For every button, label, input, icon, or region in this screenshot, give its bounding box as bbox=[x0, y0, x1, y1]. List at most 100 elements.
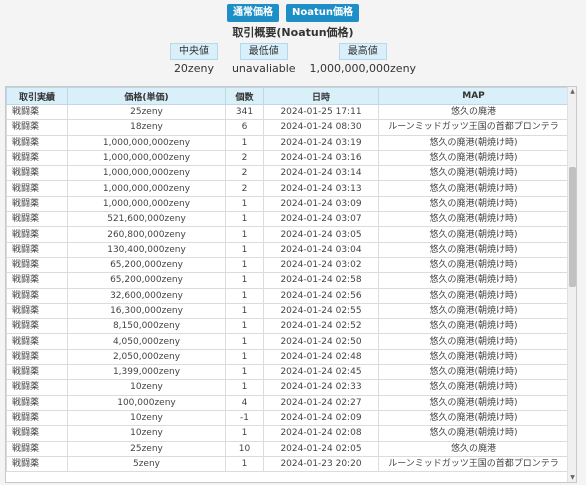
datetime-cell: 2024-01-24 02:55 bbox=[263, 302, 379, 320]
table-row: 戦闘薬 10zeny 1 2024-01-24 02:33 悠久の廃港(朝焼け時) bbox=[6, 379, 569, 396]
datetime-cell: 2024-01-24 02:45 bbox=[263, 364, 379, 381]
datetime-cell: 2024-01-24 02:08 bbox=[263, 425, 379, 442]
datetime-cell: 2024-01-24 02:33 bbox=[263, 379, 379, 396]
datetime-cell: 2024-01-24 03:19 bbox=[263, 134, 379, 151]
trade-cell: 戦闘薬 bbox=[6, 103, 68, 121]
table-row: 戦闘薬 32,600,000zeny 1 2024-01-24 02:56 悠久の廃港(… bbox=[6, 287, 569, 304]
quantity-cell: 1 bbox=[225, 211, 264, 228]
datetime-cell: 2024-01-24 02:58 bbox=[263, 272, 379, 289]
table-row: 戦闘薬 18zeny 6 2024-01-24 08:30 ルーンミッドガッツ王国の首都… bbox=[6, 119, 569, 136]
table-row: 戦闘薬 1,000,000,000zeny 2 2024-01-24 03:13 悠久の… bbox=[6, 180, 569, 197]
trade-cell: 戦闘薬 bbox=[6, 195, 68, 213]
quantity-cell: 1 bbox=[225, 256, 264, 274]
datetime-cell: 2024-01-24 03:04 bbox=[263, 241, 379, 258]
trade-cell: 戦闘薬 bbox=[6, 318, 68, 335]
map-cell: 悠久の廃港(朝焼け時) bbox=[378, 241, 569, 258]
table-row: 戦闘薬 65,200,000zeny 1 2024-01-24 02:58 悠久の廃港(… bbox=[6, 272, 569, 289]
map-cell: 悠久の廃港(朝焼け時) bbox=[378, 211, 569, 228]
price-cell: 1,399,000zeny bbox=[67, 364, 226, 381]
table-row: 戦闘薬 1,000,000,000zeny 2 2024-01-24 03:14 悠久の… bbox=[6, 165, 569, 182]
header-datetime: 日時 bbox=[263, 87, 379, 105]
min-stat: 最低値 unavaliable bbox=[232, 43, 296, 75]
max-label: 最高値 bbox=[338, 43, 387, 60]
quantity-cell: 1 bbox=[225, 425, 264, 442]
price-cell: 2,050,000zeny bbox=[67, 348, 226, 366]
quantity-cell: 1 bbox=[225, 348, 264, 366]
quantity-cell: 1 bbox=[225, 455, 264, 473]
map-cell: 悠久の廃港(朝焼け時) bbox=[378, 287, 569, 304]
median-stat: 中央値 20zeny bbox=[169, 43, 218, 75]
map-cell: 悠久の廃港(朝焼け時) bbox=[378, 379, 569, 396]
quantity-cell: 2 bbox=[225, 180, 264, 197]
trade-history-panel[interactable]: 取引実績 価格(単価) 個数 日時 MAP 戦闘薬 25zeny 341 2024-0… bbox=[5, 86, 577, 483]
trade-cell: 戦闘薬 bbox=[6, 440, 68, 457]
quantity-cell: 4 bbox=[225, 394, 264, 411]
map-cell: 悠久の廃港(朝焼け時) bbox=[378, 256, 569, 274]
table-row: 戦闘薬 1,000,000,000zeny 2 2024-01-24 03:16 悠久の… bbox=[6, 149, 569, 167]
price-cell: 10zeny bbox=[67, 409, 226, 427]
quantity-cell: 1 bbox=[225, 241, 264, 258]
price-cell: 1,000,000,000zeny bbox=[67, 165, 226, 182]
scroll-up-icon[interactable]: ▲ bbox=[568, 87, 576, 96]
price-cell: 25zeny bbox=[67, 440, 226, 457]
map-cell: ルーンミッドガッツ王国の首都プロンテラ bbox=[378, 455, 569, 473]
datetime-cell: 2024-01-24 02:56 bbox=[263, 287, 379, 304]
median-label: 中央値 bbox=[169, 43, 218, 60]
datetime-cell: 2024-01-24 02:50 bbox=[263, 333, 379, 350]
noatun-price-button[interactable]: Noatun価格 bbox=[285, 4, 359, 22]
datetime-cell: 2024-01-24 03:07 bbox=[263, 211, 379, 228]
map-cell: 悠久の廃港(朝焼け時) bbox=[378, 195, 569, 213]
trade-cell: 戦闘薬 bbox=[6, 272, 68, 289]
quantity-cell: 2 bbox=[225, 149, 264, 167]
quantity-cell: 1 bbox=[225, 226, 264, 243]
price-cell: 100,000zeny bbox=[67, 394, 226, 411]
map-cell: 悠久の廃港(朝焼け時) bbox=[378, 302, 569, 320]
table-row: 戦闘薬 1,399,000zeny 1 2024-01-24 02:45 悠久の廃港(朝… bbox=[6, 364, 569, 381]
quantity-cell: 10 bbox=[225, 440, 264, 457]
header-quantity: 個数 bbox=[225, 87, 264, 105]
quantity-cell: 1 bbox=[225, 333, 264, 350]
datetime-cell: 2024-01-24 02:05 bbox=[263, 440, 379, 457]
header-map: MAP bbox=[378, 87, 569, 105]
normal-price-button[interactable]: 通常価格 bbox=[226, 4, 279, 22]
price-cell: 4,050,000zeny bbox=[67, 333, 226, 350]
map-cell: 悠久の廃港(朝焼け時) bbox=[378, 272, 569, 289]
table-scrollbar[interactable]: ▲ ▼ bbox=[567, 87, 576, 482]
datetime-cell: 2024-01-24 03:05 bbox=[263, 226, 379, 243]
price-cell: 5zeny bbox=[67, 455, 226, 473]
quantity-cell: 1 bbox=[225, 272, 264, 289]
quantity-cell: 6 bbox=[225, 119, 264, 136]
map-cell: 悠久の廃港(朝焼け時) bbox=[378, 180, 569, 197]
datetime-cell: 2024-01-24 02:09 bbox=[263, 409, 379, 427]
trade-cell: 戦闘薬 bbox=[6, 348, 68, 366]
map-cell: 悠久の廃港(朝焼け時) bbox=[378, 165, 569, 182]
map-cell: 悠久の廃港(朝焼け時) bbox=[378, 149, 569, 167]
scroll-down-icon[interactable]: ▼ bbox=[568, 473, 576, 482]
table-row: 戦闘薬 10zeny 1 2024-01-24 02:08 悠久の廃港(朝焼け時) bbox=[6, 425, 569, 442]
map-cell: 悠久の廃港(朝焼け時) bbox=[378, 364, 569, 381]
price-cell: 1,000,000,000zeny bbox=[67, 195, 226, 213]
table-row: 戦闘薬 25zeny 341 2024-01-25 17:11 悠久の廃港 bbox=[6, 103, 569, 121]
trade-cell: 戦闘薬 bbox=[6, 134, 68, 151]
trade-cell: 戦闘薬 bbox=[6, 455, 68, 473]
table-row: 戦闘薬 2,050,000zeny 1 2024-01-24 02:48 悠久の廃港(朝… bbox=[6, 348, 569, 366]
price-cell: 32,600,000zeny bbox=[67, 287, 226, 304]
quantity-cell: 2 bbox=[225, 165, 264, 182]
datetime-cell: 2024-01-24 03:09 bbox=[263, 195, 379, 213]
summary-title: 取引概要(Noatun価格) bbox=[232, 26, 354, 39]
table-row: 戦闘薬 130,400,000zeny 1 2024-01-24 03:04 悠久の廃港… bbox=[6, 241, 569, 258]
table-row: 戦闘薬 5zeny 1 2024-01-23 20:20 ルーンミッドガッツ王国の首都プ… bbox=[6, 455, 569, 473]
datetime-cell: 2024-01-24 03:14 bbox=[263, 165, 379, 182]
price-cell: 260,800,000zeny bbox=[67, 226, 226, 243]
quantity-cell: 1 bbox=[225, 195, 264, 213]
price-cell: 65,200,000zeny bbox=[67, 272, 226, 289]
quantity-cell: 1 bbox=[225, 287, 264, 304]
quantity-cell: -1 bbox=[225, 409, 264, 427]
scroll-thumb[interactable] bbox=[569, 167, 576, 287]
table-row: 戦闘薬 25zeny 10 2024-01-24 02:05 悠久の廃港 bbox=[6, 440, 569, 457]
map-cell: 悠久の廃港(朝焼け時) bbox=[378, 333, 569, 350]
quantity-cell: 1 bbox=[225, 379, 264, 396]
summary-stats: 中央値 20zeny 最低値 unavaliable 最高値 1,000,000… bbox=[0, 43, 586, 75]
map-cell: ルーンミッドガッツ王国の首都プロンテラ bbox=[378, 119, 569, 136]
table-row: 戦闘薬 8,150,000zeny 1 2024-01-24 02:52 悠久の廃港(朝… bbox=[6, 318, 569, 335]
